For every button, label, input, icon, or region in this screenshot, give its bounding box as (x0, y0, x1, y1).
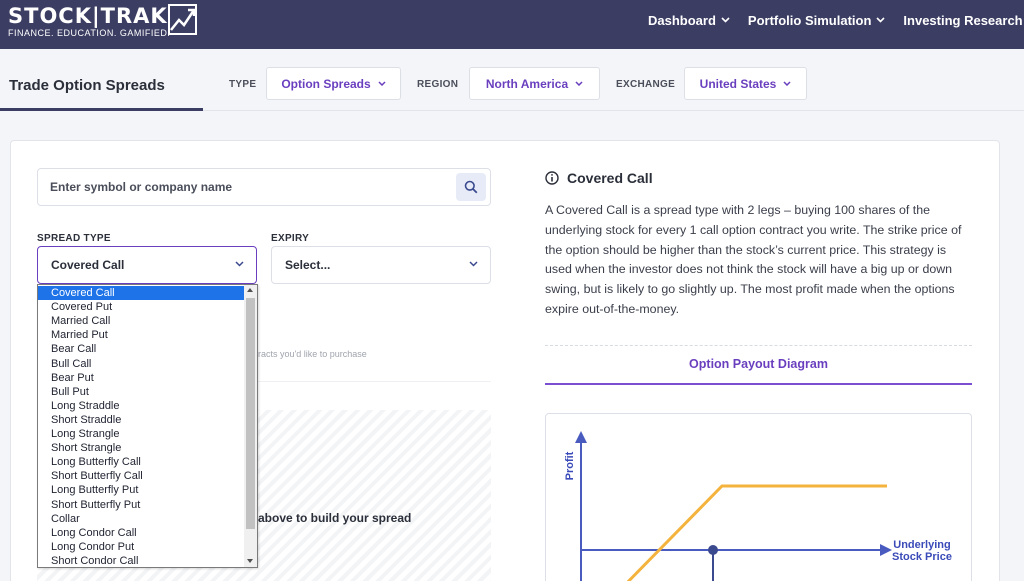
exchange-filter-value: United States (699, 76, 777, 91)
spread-type-option[interactable]: Long Condor Call (38, 526, 244, 540)
search-button[interactable] (456, 173, 486, 201)
chevron-down-icon (876, 17, 885, 23)
x-axis-label-line2: Stock Price (892, 551, 952, 563)
spread-type-option[interactable]: Short Straddle (38, 413, 244, 427)
spread-type-option[interactable]: Married Call (38, 314, 244, 328)
top-navigation-bar: STOCK|TRAK FINANCE. EDUCATION. GAMIFIED.… (0, 0, 1024, 49)
chevron-down-icon (378, 81, 386, 86)
main-nav: Dashboard Portfolio Simulation Investing… (648, 0, 1024, 40)
spread-type-option[interactable]: Long Straddle (38, 399, 244, 413)
scroll-down-arrow-icon[interactable] (247, 559, 253, 563)
stocktrak-logo[interactable]: STOCK|TRAK FINANCE. EDUCATION. GAMIFIED. (8, 4, 170, 39)
logo-wordmark: STOCK|TRAK (8, 4, 168, 28)
nav-investing-research[interactable]: Investing Research (903, 13, 1022, 28)
scroll-up-arrow-icon[interactable] (247, 288, 253, 292)
symbol-search-input[interactable] (50, 169, 450, 205)
spread-type-options-list[interactable]: Short Condor Call Long Condor Put Long Con… (37, 284, 258, 568)
nav-investing-label: Investing Research (903, 12, 1023, 28)
symbol-search-box (37, 168, 491, 206)
chevron-down-icon (575, 81, 583, 86)
spread-type-option[interactable]: Short Strangle (38, 441, 244, 455)
chevron-down-icon (235, 261, 244, 267)
active-tab-underline (545, 383, 972, 385)
scrollbar-thumb[interactable] (246, 298, 255, 529)
type-filter-dropdown[interactable]: Option Spreads (266, 67, 401, 100)
payout-diagram-svg: Profit Underlying Stock Price (564, 431, 952, 581)
chevron-down-icon (783, 81, 791, 86)
spread-type-value: Covered Call (51, 258, 125, 272)
spread-type-option[interactable]: Covered Call (38, 286, 244, 300)
type-filter-label: TYPE (229, 79, 257, 90)
spread-type-option[interactable]: Long Condor Put (38, 540, 244, 554)
spread-type-option[interactable]: Covered Put (38, 300, 244, 314)
spread-type-option[interactable]: Married Put (38, 328, 244, 342)
payout-line (626, 484, 887, 581)
strategy-title: Covered Call (567, 170, 653, 186)
spread-type-option[interactable]: Long Butterfly Call (38, 455, 244, 469)
dropdown-scrollbar[interactable] (244, 285, 257, 567)
page-title: Trade Option Spreads (9, 77, 165, 94)
strike-marker-dot (708, 545, 718, 555)
spread-type-option[interactable]: Long Butterfly Put (38, 483, 244, 497)
payout-diagram: Profit Underlying Stock Price (545, 413, 972, 581)
region-filter-value: North America (485, 76, 569, 91)
hint-divider (258, 381, 491, 382)
contracts-hint-text: racts you'd like to purchase (258, 349, 367, 359)
nav-portfolio-label: Portfolio Simulation (747, 12, 872, 28)
expiry-label: EXPIRY (271, 233, 310, 244)
expiry-select[interactable]: Select... (271, 246, 491, 284)
spread-type-label: SPREAD TYPE (37, 233, 111, 244)
chevron-down-icon (469, 261, 478, 267)
search-icon (464, 180, 478, 194)
x-axis-arrow-icon (880, 544, 892, 556)
spread-type-select[interactable]: Covered Call (37, 246, 257, 284)
page-title-underline (0, 108, 203, 111)
chevron-down-icon (721, 17, 730, 23)
nav-dashboard-label: Dashboard (648, 12, 716, 28)
logo-tagline: FINANCE. EDUCATION. GAMIFIED. (8, 28, 171, 38)
region-filter-label: REGION (417, 79, 459, 90)
spread-type-option[interactable]: Collar (38, 512, 244, 526)
spread-type-option[interactable]: Bull Call (38, 357, 244, 371)
trade-subheader: Trade Option Spreads TYPE Option Spreads… (0, 49, 1024, 111)
nav-dashboard[interactable]: Dashboard (648, 13, 730, 28)
spread-type-option[interactable]: Short Butterfly Put (38, 498, 244, 512)
y-axis-label: Profit (564, 451, 576, 480)
spread-type-option[interactable]: Bear Call (38, 342, 244, 356)
exchange-filter-dropdown[interactable]: United States (684, 67, 807, 100)
tab-option-payout-diagram[interactable]: Option Payout Diagram (545, 357, 972, 371)
x-axis-label-line1: Underlying (893, 539, 950, 551)
spread-type-option[interactable]: Short Condor Call (38, 554, 244, 567)
y-axis-arrow-icon (575, 431, 587, 443)
exchange-filter-label: EXCHANGE (616, 79, 676, 90)
spread-type-option[interactable]: Short Butterfly Call (38, 469, 244, 483)
info-icon (545, 171, 559, 185)
logo-chart-icon (168, 4, 197, 35)
spread-type-option[interactable]: Bear Put (38, 371, 244, 385)
type-filter-value: Option Spreads (281, 76, 371, 91)
expiry-value: Select... (285, 258, 331, 272)
nav-portfolio-simulation[interactable]: Portfolio Simulation (748, 13, 886, 28)
strategy-description: A Covered Call is a spread type with 2 l… (545, 203, 962, 316)
region-filter-dropdown[interactable]: North America (469, 67, 600, 100)
spread-type-option[interactable]: Bull Put (38, 385, 244, 399)
build-spread-message: above to build your spread (258, 511, 412, 525)
spread-type-option[interactable]: Long Strangle (38, 427, 244, 441)
section-divider (545, 345, 972, 346)
